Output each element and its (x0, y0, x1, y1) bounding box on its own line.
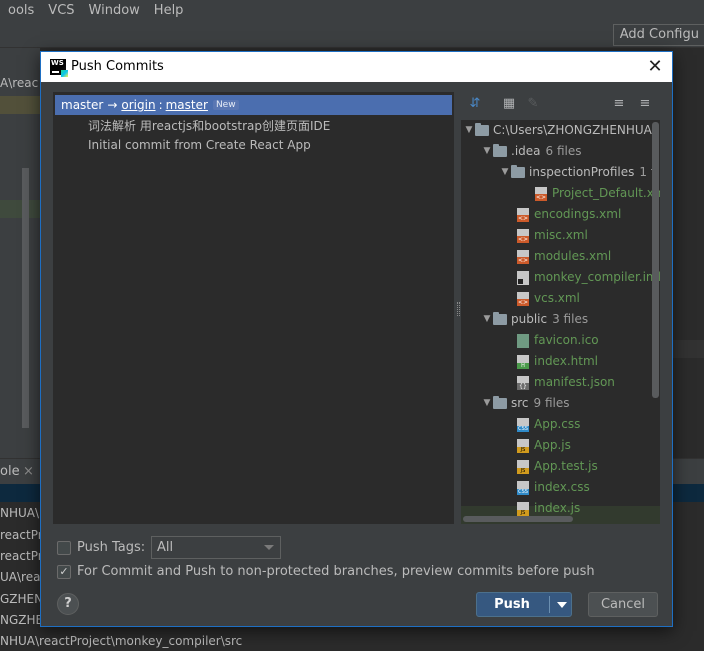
menu-window[interactable]: Window (89, 3, 140, 18)
js-file-icon (517, 459, 529, 474)
tree-file[interactable]: encodings.xml (517, 204, 621, 225)
menu-tools[interactable]: ools (8, 3, 34, 18)
remote-branch-link[interactable]: master (166, 98, 208, 112)
push-tags-value: All (157, 540, 174, 555)
cancel-button[interactable]: Cancel (588, 592, 658, 617)
dialog-titlebar[interactable]: WS Push Commits ✕ (41, 52, 672, 82)
tree-file[interactable]: index.css (517, 477, 590, 498)
splitter-handle[interactable] (457, 302, 460, 316)
preview-commits-checkbox[interactable]: ✓ (57, 565, 71, 579)
ide-menubar: ools VCS Window Help (0, 0, 704, 20)
css-file-icon (517, 480, 529, 495)
push-tags-select[interactable]: All (151, 536, 281, 559)
remote-link[interactable]: origin (121, 98, 155, 112)
tree-file-selected[interactable]: App.test.js (517, 456, 598, 477)
project-scrollbar[interactable] (22, 168, 29, 428)
push-button-divider (549, 596, 550, 613)
close-icon[interactable]: × (23, 464, 34, 479)
console-line: UA\rea (0, 570, 41, 584)
menu-help[interactable]: Help (154, 3, 184, 18)
help-button[interactable]: ? (57, 593, 79, 615)
editor-line-highlight (672, 340, 704, 358)
console-line: reactPr (0, 549, 43, 563)
tab-console[interactable]: ole (0, 464, 20, 479)
commit-item[interactable]: 词法解析 用reactjs和bootstrap创建页面IDE (88, 117, 330, 134)
css-file-icon (517, 417, 529, 432)
expand-all-icon[interactable]: ≡ (611, 96, 627, 112)
xml-file-icon (517, 207, 529, 222)
tree-file[interactable]: vcs.xml (517, 288, 580, 309)
local-branch: master (61, 98, 104, 112)
tree-file[interactable]: monkey_compiler.iml (517, 267, 660, 288)
folder-icon (493, 144, 507, 157)
branch-separator: : (158, 98, 163, 112)
iml-file-icon (517, 270, 529, 285)
tree-file[interactable]: modules.xml (517, 246, 611, 267)
xml-file-icon (517, 228, 529, 243)
ico-file-icon (517, 333, 529, 348)
html-file-icon (517, 354, 529, 369)
changes-tree: ▼ C:\Users\ZHONGZHENHUA ▼ .idea 6 files … (461, 120, 660, 524)
ide-project-panel: A\reac (0, 48, 40, 458)
tree-file[interactable]: Project_Default.xml (535, 183, 660, 204)
editor-highlight-green (0, 200, 40, 218)
add-configuration-button[interactable]: Add Configu (612, 24, 704, 46)
js-file-icon (517, 438, 529, 453)
webstorm-logo-icon: WS (50, 59, 68, 77)
collapse-all-icon[interactable]: ≡ (637, 96, 653, 112)
tree-file[interactable]: App.css (517, 414, 580, 435)
menu-vcs[interactable]: VCS (48, 3, 74, 18)
console-line: NHUA\reactProject\monkey_compiler\src (0, 634, 243, 648)
tree-file[interactable]: misc.xml (517, 225, 588, 246)
tree-node-public[interactable]: ▼ public 3 files (481, 309, 588, 330)
branch-push-row[interactable]: master → origin : master New (55, 95, 452, 115)
arrow-right-icon: → (107, 98, 118, 112)
ide-toolbar (0, 20, 704, 48)
xml-file-icon (535, 186, 547, 201)
changes-toolbar: ⇵ ▦ ✎ ≡ ≡ (461, 92, 661, 116)
dialog-title: Push Commits (71, 59, 164, 74)
tree-vertical-scrollbar[interactable] (652, 122, 659, 398)
tree-node-idea[interactable]: ▼ .idea 6 files (481, 141, 582, 162)
chevron-down-icon[interactable] (557, 602, 567, 608)
folder-icon (511, 165, 525, 178)
tree-file[interactable]: favicon.ico (517, 330, 599, 351)
commits-list: master → origin : master New 词法解析 用react… (53, 92, 454, 524)
tree-horizontal-scrollbar[interactable] (463, 516, 573, 522)
json-file-icon (517, 375, 529, 390)
new-badge: New (212, 100, 239, 110)
push-tags-checkbox[interactable] (57, 541, 71, 555)
folder-icon (493, 312, 507, 325)
close-icon[interactable]: ✕ (644, 56, 666, 78)
preview-commits-label: For Commit and Push to non-protected bra… (77, 564, 595, 579)
xml-file-icon (517, 291, 529, 306)
tree-file[interactable]: App.js (517, 435, 571, 456)
folder-icon (493, 396, 507, 409)
console-line: NGZHE (0, 613, 44, 627)
push-commits-dialog: WS Push Commits ✕ master → origin : mast… (40, 51, 673, 627)
push-button-label: Push (494, 597, 530, 612)
edit-source-icon[interactable]: ✎ (525, 96, 541, 112)
js-file-icon (517, 501, 529, 516)
tree-file[interactable]: index.html (517, 351, 598, 372)
tree-node-inspection-profiles[interactable]: ▼ inspectionProfiles 1 f (499, 162, 655, 183)
console-line: GZHEN (0, 592, 44, 606)
commit-item[interactable]: Initial commit from Create React App (88, 138, 311, 152)
xml-file-icon (517, 249, 529, 264)
tree-node-src[interactable]: ▼ src 9 files (481, 393, 570, 414)
editor-highlight (0, 96, 40, 114)
tree-file[interactable]: manifest.json (517, 372, 615, 393)
chevron-down-icon (264, 545, 274, 550)
push-tags-label: Push Tags: (77, 540, 146, 555)
tree-node-root[interactable]: ▼ C:\Users\ZHONGZHENHUA (463, 120, 652, 141)
folder-icon (475, 123, 489, 136)
project-path-fragment: A\reac (0, 76, 39, 90)
ide-editor-edge (672, 48, 704, 458)
group-by-icon[interactable]: ▦ (501, 96, 517, 112)
push-button[interactable]: Push (476, 592, 572, 617)
show-diff-icon[interactable]: ⇵ (467, 96, 483, 112)
